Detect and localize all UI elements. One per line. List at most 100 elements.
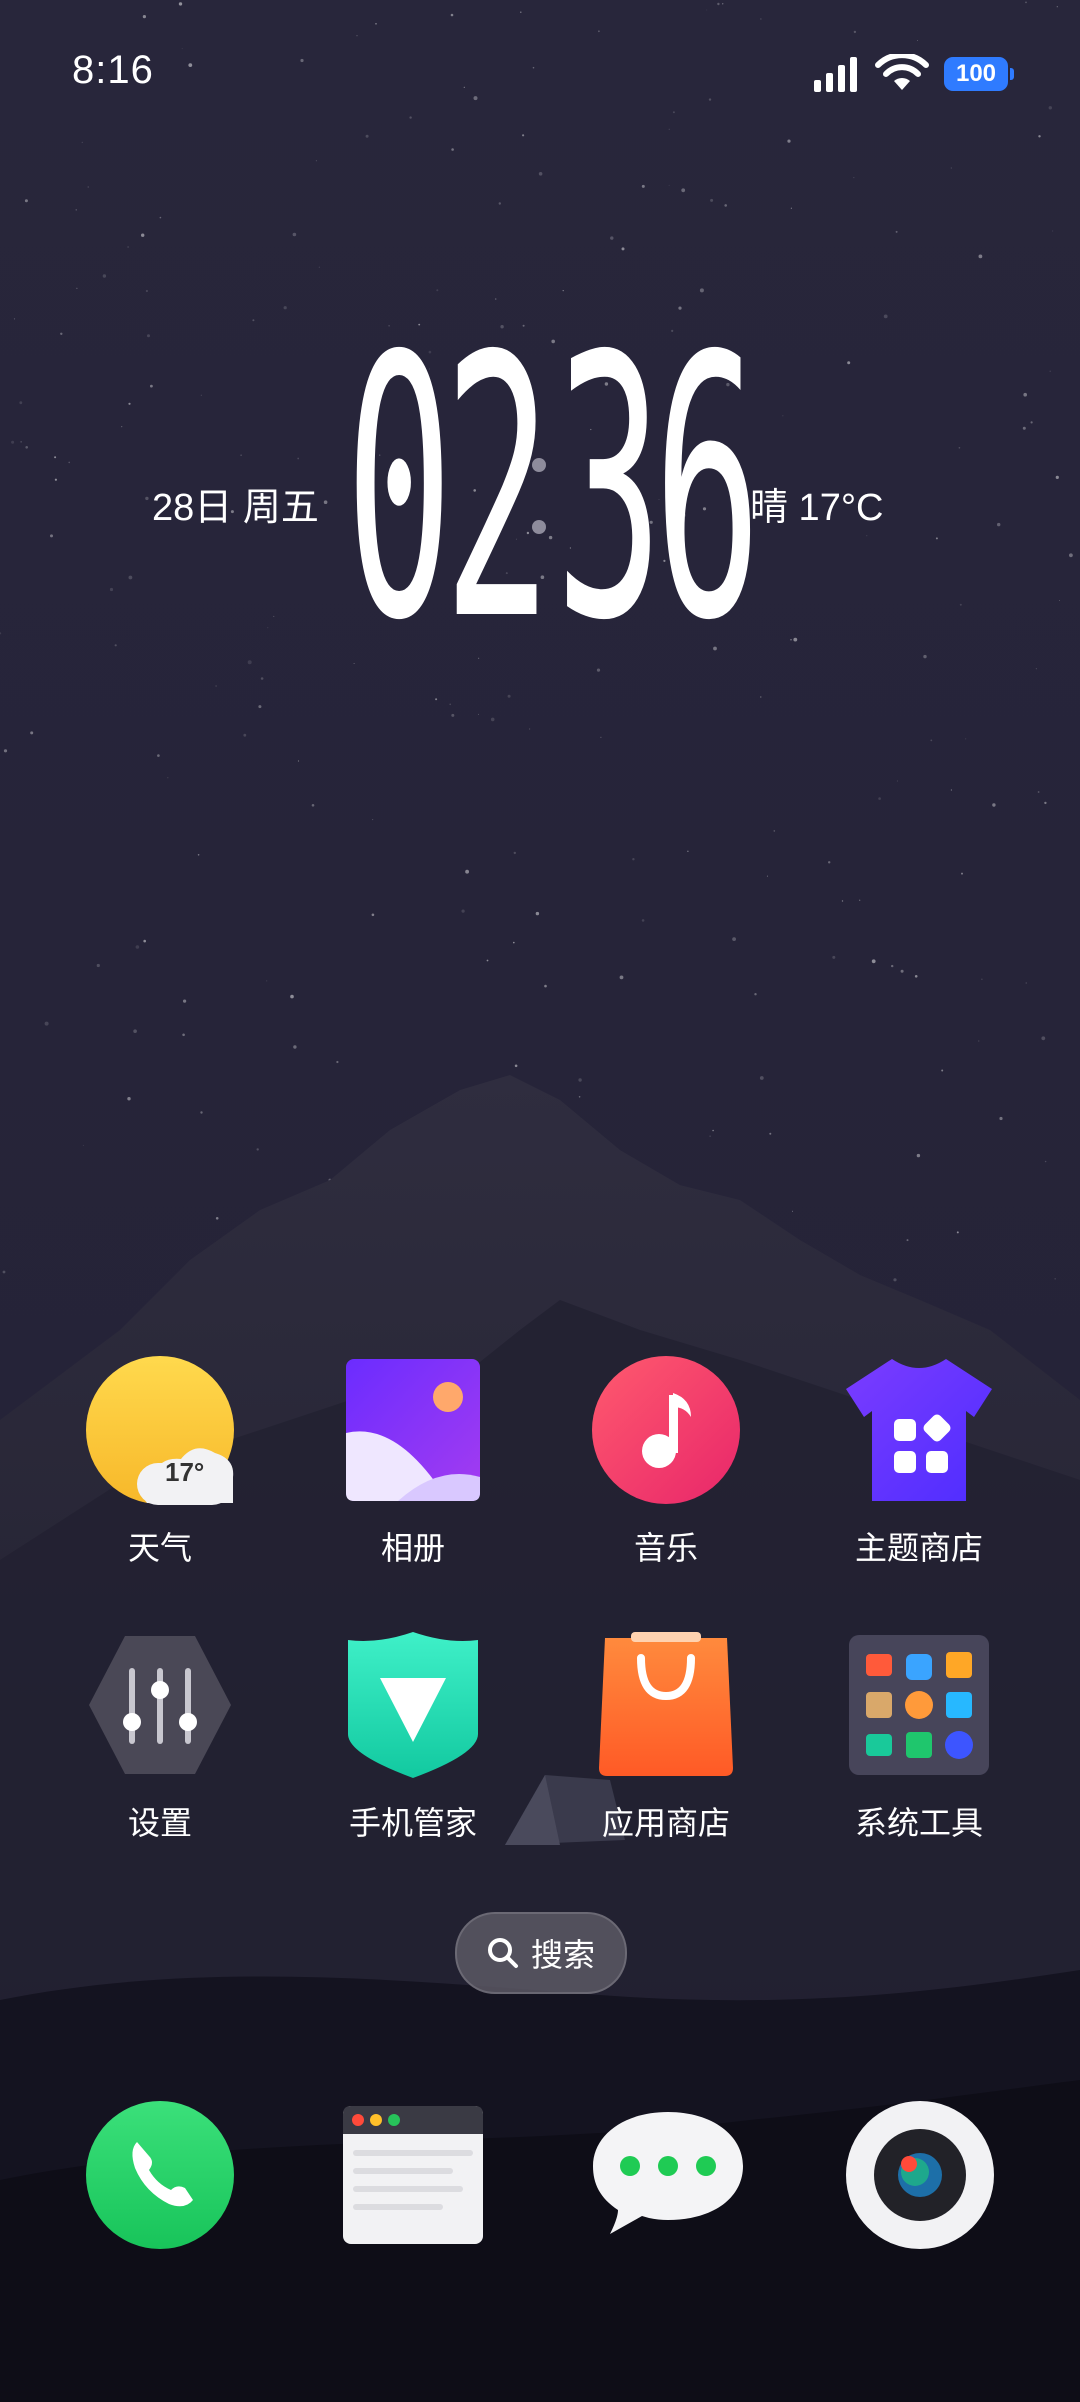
star [1022, 426, 1026, 430]
star [681, 188, 686, 193]
star [847, 361, 851, 365]
star [498, 202, 501, 205]
star [13, 318, 16, 320]
app-label: 设置 [127, 1804, 192, 1842]
star [318, 266, 320, 268]
star [273, 615, 275, 617]
star [11, 440, 15, 444]
dock-browser[interactable] [338, 2100, 488, 2250]
star [54, 478, 58, 481]
star [449, 703, 452, 706]
star [159, 216, 162, 219]
star [215, 1217, 219, 1220]
system-tools-folder-icon [844, 1630, 994, 1780]
star [712, 1129, 714, 1132]
star [1055, 475, 1059, 479]
star [1025, 982, 1027, 984]
clock-date[interactable]: 28日 周五 [152, 476, 319, 531]
star [200, 1111, 203, 1114]
app-weather[interactable]: 17° 天气 [55, 1355, 265, 1569]
star [141, 233, 145, 237]
star [197, 854, 200, 856]
star [710, 198, 714, 202]
star [787, 139, 791, 143]
app-app-store[interactable]: 应用商店 [561, 1630, 771, 1844]
wifi-icon [875, 54, 929, 90]
star [529, 728, 531, 730]
star [25, 446, 29, 449]
star [891, 964, 894, 968]
star [981, 978, 983, 980]
clock-hour[interactable]: 02 [345, 300, 552, 680]
star [128, 575, 133, 580]
star [672, 111, 675, 114]
star [1041, 1036, 1046, 1041]
search-button[interactable]: 搜索 [455, 1912, 627, 1994]
star [544, 984, 547, 988]
app-store-icon [591, 1630, 741, 1780]
app-system-tools[interactable]: 系统工具 [814, 1630, 1024, 1844]
app-phone-manager[interactable]: 手机管家 [308, 1630, 518, 1844]
star [668, 184, 670, 186]
dock-phone[interactable] [85, 2100, 235, 2250]
star [473, 96, 478, 101]
star [958, 447, 961, 449]
star [724, 204, 727, 207]
star [1030, 421, 1033, 424]
star [76, 287, 78, 289]
star [853, 30, 857, 34]
star [2, 1270, 6, 1274]
star [450, 13, 454, 17]
star [773, 830, 776, 832]
star [145, 289, 148, 293]
star [20, 441, 22, 443]
star [375, 23, 377, 25]
star [871, 959, 876, 964]
star [247, 660, 252, 665]
dock-camera[interactable] [845, 2100, 995, 2250]
star [793, 637, 798, 642]
settings-icon [85, 1630, 235, 1780]
star [50, 534, 53, 538]
star [323, 500, 328, 505]
app-settings[interactable]: 设置 [55, 1630, 265, 1844]
star [790, 207, 793, 209]
star [451, 713, 455, 717]
star [950, 167, 952, 169]
star [1049, 370, 1051, 372]
weather-icon: 17° [85, 1355, 235, 1505]
star [619, 975, 624, 980]
clock-weather[interactable]: 晴 17°C [750, 476, 883, 531]
star [109, 587, 114, 592]
dock-messages[interactable] [588, 2100, 743, 2250]
star [832, 955, 836, 959]
clock-minute[interactable]: 36 [555, 300, 762, 680]
star [75, 209, 77, 211]
star [632, 858, 635, 861]
star [315, 160, 317, 162]
star [914, 975, 918, 978]
star [3, 749, 8, 753]
star [1025, 1, 1027, 4]
star [766, 875, 768, 877]
star [451, 148, 454, 151]
star [200, 394, 202, 396]
star [147, 334, 150, 338]
star [520, 11, 522, 13]
star [356, 35, 358, 37]
star [142, 15, 146, 19]
app-label: 主题商店 [854, 1529, 983, 1567]
app-gallery[interactable]: 相册 [308, 1355, 518, 1569]
star [754, 993, 757, 996]
star [610, 236, 614, 240]
star [893, 1278, 897, 1282]
star [114, 644, 117, 647]
star [538, 172, 543, 176]
star [297, 760, 300, 762]
star [1035, 668, 1037, 670]
app-music[interactable]: 音乐 [561, 1355, 771, 1569]
star [260, 677, 264, 680]
star [133, 1029, 137, 1033]
star [266, 980, 268, 982]
app-theme-store[interactable]: 主题商店 [814, 1355, 1024, 1569]
